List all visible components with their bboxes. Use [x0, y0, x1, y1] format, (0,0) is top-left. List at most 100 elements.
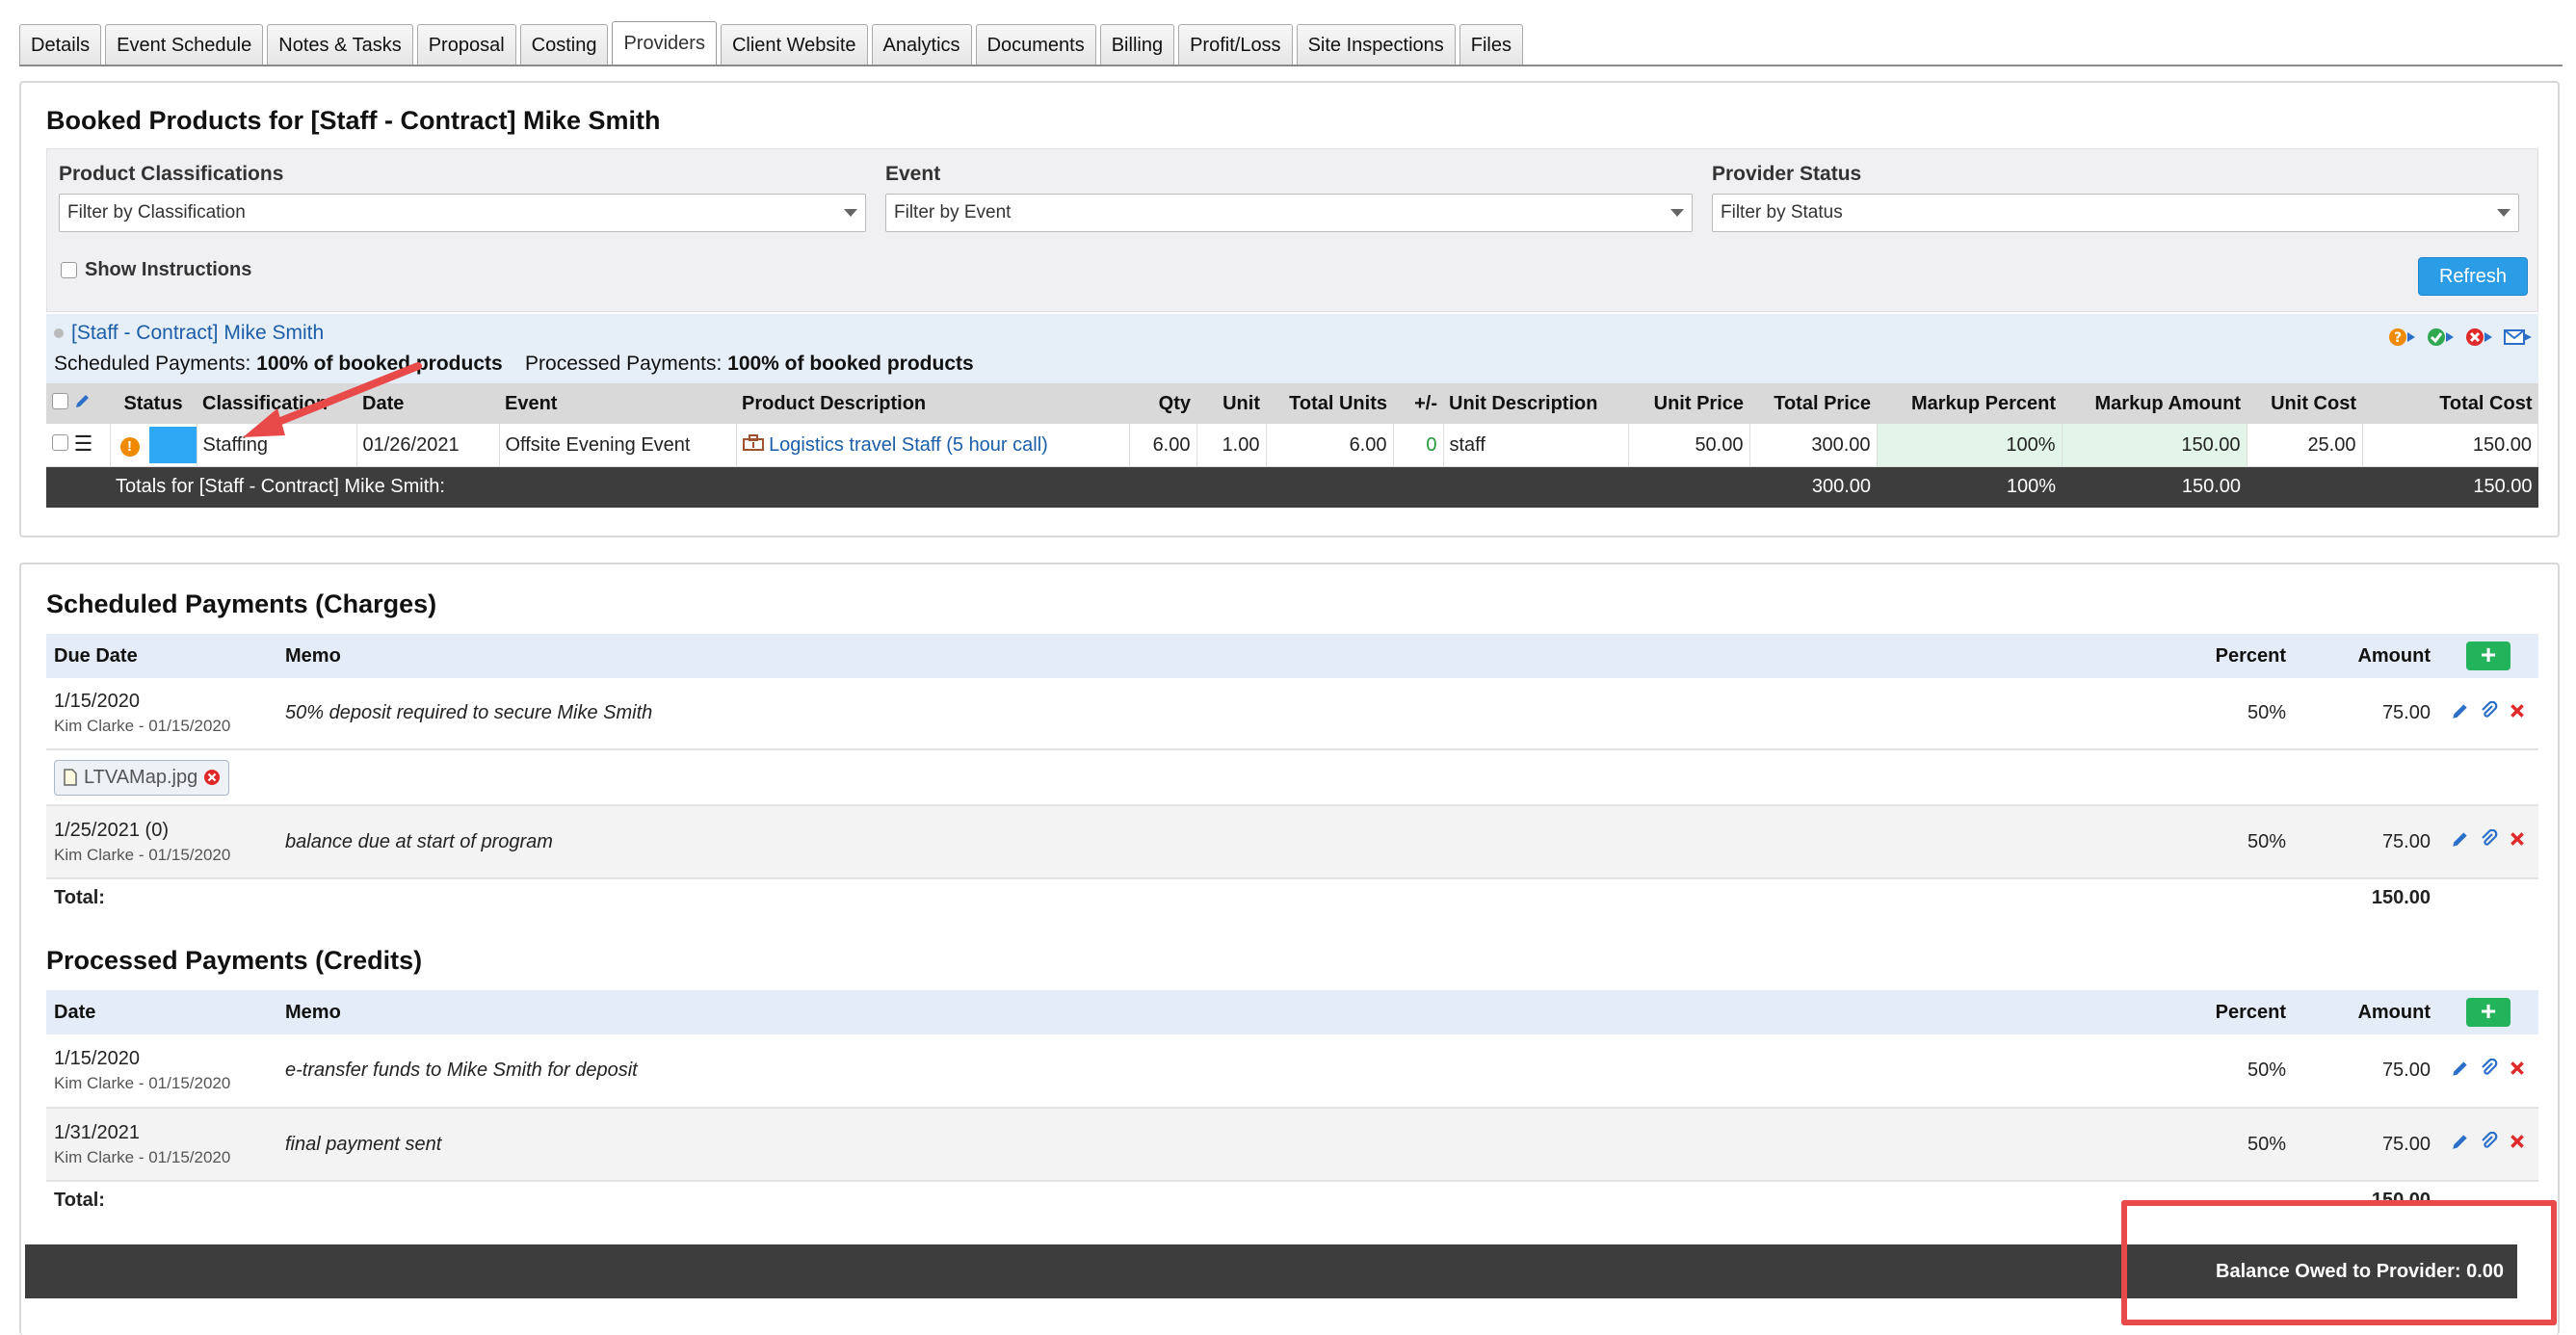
col-percent: Percent: [2159, 990, 2294, 1034]
classification-select[interactable]: Filter by Classification: [59, 194, 866, 232]
pencil-icon[interactable]: [2451, 829, 2470, 849]
row-date: 01/26/2021: [356, 424, 500, 467]
payment-memo: final payment sent: [277, 1108, 2159, 1182]
row-markup-percent: 100%: [1877, 424, 2063, 467]
row-unit-description: staff: [1443, 424, 1629, 467]
refresh-button[interactable]: Refresh: [2418, 257, 2528, 296]
help-forward-icon[interactable]: ?: [2388, 326, 2417, 349]
show-instructions-label: Show Instructions: [85, 259, 252, 280]
tab-profit-loss[interactable]: Profit/Loss: [1178, 24, 1293, 65]
row-plus-minus: 0: [1393, 424, 1444, 467]
payment-memo: balance due at start of program: [277, 805, 2159, 879]
warning-icon[interactable]: !: [119, 436, 140, 457]
pencil-icon[interactable]: [2451, 1059, 2470, 1078]
table-row[interactable]: 1/25/2021 (0) Kim Clarke - 01/15/2020 bal…: [46, 805, 2538, 879]
row-classification: Staffing: [197, 424, 357, 467]
email-forward-icon[interactable]: [2504, 326, 2533, 349]
select-all-checkbox[interactable]: [52, 393, 68, 409]
row-status-cell: !: [110, 424, 197, 467]
processed-payments-label: Processed Payments:: [525, 353, 723, 375]
add-scheduled-payment-button[interactable]: +: [2466, 641, 2510, 670]
provider-header: [Staff - Contract] Mike Smith Scheduled …: [46, 314, 2538, 383]
total-label: Total:: [54, 1190, 105, 1211]
table-row[interactable]: 1/31/2021 Kim Clarke - 01/15/2020 final p…: [46, 1108, 2538, 1182]
row-event: Offsite Evening Event: [499, 424, 737, 467]
table-row[interactable]: 1/15/2020 Kim Clarke - 01/15/2020 50% dep…: [46, 678, 2538, 750]
totals-total-price: 300.00: [1749, 466, 1877, 508]
pencil-icon[interactable]: [2451, 701, 2470, 720]
row-qty: 6.00: [1129, 424, 1197, 467]
tab-event-schedule[interactable]: Event Schedule: [105, 24, 264, 65]
payment-date: 1/25/2021 (0): [54, 819, 169, 841]
show-instructions-toggle[interactable]: Show Instructions: [61, 259, 251, 281]
pencil-icon[interactable]: [74, 392, 92, 409]
menu-icon[interactable]: ☰: [74, 432, 93, 454]
tab-notes-tasks[interactable]: Notes & Tasks: [267, 24, 413, 65]
col-memo: Memo: [277, 990, 2159, 1034]
tab-site-inspections[interactable]: Site Inspections: [1296, 24, 1456, 65]
col-plus-minus: +/-: [1393, 383, 1443, 424]
tab-costing[interactable]: Costing: [519, 24, 609, 65]
processed-payments-value: 100% of booked products: [727, 353, 974, 375]
tab-providers[interactable]: Providers: [612, 21, 717, 65]
delete-x-icon[interactable]: [2509, 830, 2526, 848]
confirm-forward-icon[interactable]: [2427, 326, 2456, 349]
provider-payment-summary: Scheduled Payments: 100% of booked produ…: [54, 353, 974, 376]
row-total-price: 300.00: [1749, 424, 1878, 467]
decline-forward-icon[interactable]: [2465, 326, 2494, 349]
table-header-row: Due Date Memo Percent Amount +: [46, 634, 2538, 678]
payments-panel: Scheduled Payments (Charges) Due Date Me…: [19, 563, 2560, 1335]
tab-bar: Details Event Schedule Notes & Tasks Pro…: [19, 21, 2563, 66]
tab-client-website[interactable]: Client Website: [720, 24, 868, 65]
status-placeholder: Filter by Status: [1721, 202, 1843, 222]
status-select[interactable]: Filter by Status: [1712, 194, 2519, 232]
tab-documents[interactable]: Documents: [975, 24, 1096, 65]
balance-owed-text: Balance Owed to Provider: 0.00: [2216, 1261, 2504, 1282]
col-date: Date: [46, 990, 277, 1034]
event-select[interactable]: Filter by Event: [885, 194, 1693, 232]
row-markup-amount: 150.00: [2062, 424, 2247, 467]
add-processed-payment-button[interactable]: +: [2466, 998, 2510, 1027]
pencil-icon[interactable]: [2451, 1132, 2470, 1151]
tab-files[interactable]: Files: [1459, 24, 1523, 65]
payment-amount: 75.00: [2294, 678, 2438, 750]
chevron-down-icon: [844, 209, 857, 217]
status-color-swatch[interactable]: [148, 427, 197, 463]
col-product-description: Product Description: [736, 383, 1129, 424]
payment-amount: 75.00: [2294, 805, 2438, 879]
paperclip-icon[interactable]: [2480, 829, 2499, 849]
row-controls: ☰: [46, 424, 111, 467]
svg-text:?: ?: [2394, 330, 2402, 346]
payment-amount: 75.00: [2294, 1108, 2438, 1182]
paperclip-icon[interactable]: [2480, 1058, 2499, 1078]
col-date: Date: [356, 383, 499, 424]
delete-x-icon[interactable]: [2509, 1133, 2526, 1150]
tab-proposal[interactable]: Proposal: [416, 24, 516, 65]
remove-attachment-icon[interactable]: [203, 769, 221, 786]
payment-percent: 50%: [2159, 678, 2294, 750]
table-row[interactable]: ☰ ! Staffing 01/26/2021 Offsite Evening …: [46, 424, 2538, 467]
provider-name-link[interactable]: [Staff - Contract] Mike Smith: [54, 322, 324, 345]
delete-x-icon[interactable]: [2509, 702, 2526, 720]
row-unit-price: 50.00: [1628, 424, 1750, 467]
product-link[interactable]: Logistics travel Staff (5 hour call): [769, 434, 1048, 456]
booked-products-title: Booked Products for [Staff - Contract] M…: [46, 106, 661, 135]
show-instructions-checkbox[interactable]: [61, 262, 77, 278]
row-total-cost: 150.00: [2362, 424, 2538, 467]
row-total-units: 6.00: [1266, 424, 1394, 467]
table-row[interactable]: 1/15/2020 Kim Clarke - 01/15/2020 e-trans…: [46, 1034, 2538, 1109]
row-unit-cost: 25.00: [2247, 424, 2363, 467]
attachment-chip[interactable]: LTVAMap.jpg: [54, 759, 230, 796]
row-checkbox[interactable]: [52, 433, 68, 451]
scheduled-payments-table: Due Date Memo Percent Amount + 1/15/2020…: [46, 634, 2538, 917]
tab-billing[interactable]: Billing: [1099, 24, 1175, 65]
tab-analytics[interactable]: Analytics: [871, 24, 972, 65]
delete-x-icon[interactable]: [2509, 1060, 2526, 1077]
status-filter-group: Provider Status Filter by Status: [1712, 163, 2519, 232]
payment-date: 1/15/2020: [54, 1048, 140, 1069]
col-classification: Classification: [197, 383, 356, 424]
processed-payments-table: Date Memo Percent Amount + 1/15/2020 Kim …: [46, 990, 2538, 1219]
tab-details[interactable]: Details: [19, 24, 102, 65]
paperclip-icon[interactable]: [2480, 1132, 2499, 1151]
paperclip-icon[interactable]: [2480, 700, 2499, 720]
